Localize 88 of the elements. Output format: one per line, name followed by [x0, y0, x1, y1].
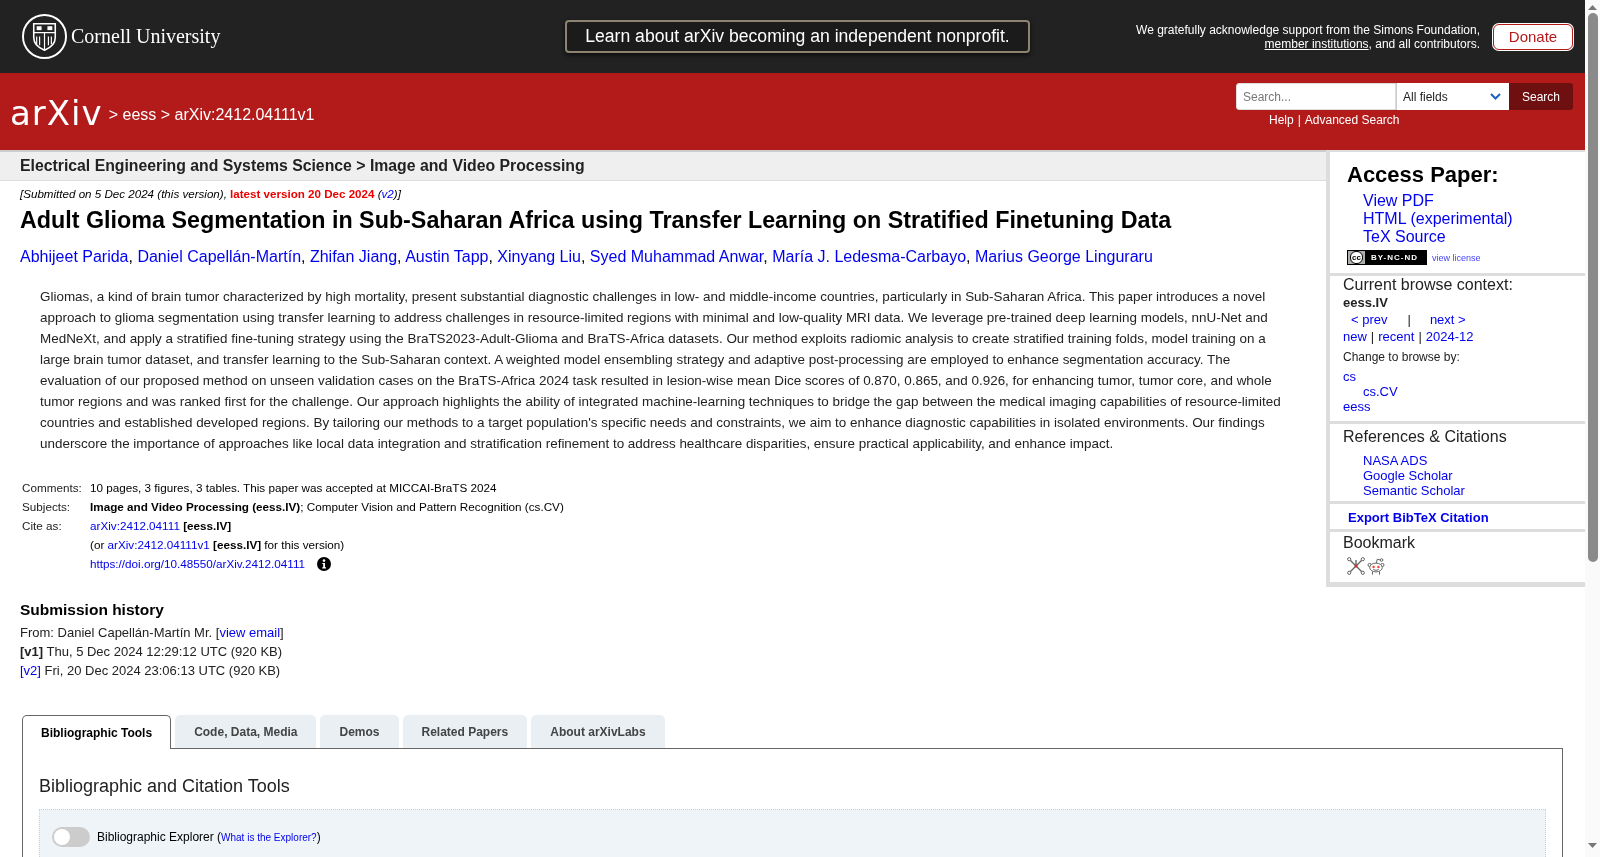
acknowledgment-text: We gratefully acknowledge support from the Simons Foundation, member institutions, and all contributors.	[1135, 22, 1480, 51]
reference-link[interactable]: Semantic Scholar	[1363, 483, 1465, 498]
history-link[interactable]: [v2]	[20, 663, 41, 678]
version-link[interactable]: v2	[381, 187, 394, 200]
help-link[interactable]: Advanced Search	[1304, 113, 1400, 127]
history-line: [v1] Thu, 5 Dec 2024 12:29:12 UTC (920 KB)	[20, 643, 284, 661]
metadata-label: Comments:	[22, 480, 83, 496]
citation-link[interactable]: https://doi.org/10.48550/arXiv.2412.04111	[90, 554, 306, 573]
author-link[interactable]: Syed Muhammad Anwar	[589, 248, 764, 265]
next-link[interactable]: next >	[1429, 311, 1466, 328]
donate-button[interactable]: Donate	[1493, 23, 1573, 50]
search-field[interactable]: Search...	[1236, 83, 1396, 110]
breadcrumb: > eess > arXiv:2412.04111v1	[108, 104, 315, 124]
site-logo[interactable]: arXiv	[10, 92, 103, 133]
separator-text: |	[1370, 328, 1375, 345]
category-link[interactable]: cs	[1343, 369, 1356, 384]
arrow-up-icon[interactable]	[1588, 5, 1597, 10]
citation-link[interactable]: arXiv:2412.04111v1	[107, 538, 210, 551]
category-link[interactable]: eess	[1343, 399, 1371, 414]
tab[interactable]: About arXivLabs	[531, 715, 665, 748]
university-name[interactable]: Cornell University	[71, 25, 221, 48]
author-link[interactable]: Abhijeet Parida	[20, 248, 129, 265]
paper-link[interactable]: HTML (experimental)	[1363, 210, 1513, 228]
paper-link[interactable]: View PDF	[1363, 192, 1434, 210]
version-link[interactable]: latest version 20 Dec 2024	[230, 187, 375, 200]
crossed-nodes-icon[interactable]	[1347, 557, 1365, 575]
author-link[interactable]: Marius George Linguraru	[974, 248, 1153, 265]
section-heading: Current browse context:	[1343, 276, 1514, 294]
period-link[interactable]: recent	[1378, 328, 1415, 345]
help-link[interactable]: Help	[1269, 113, 1294, 127]
section-heading: Bookmark	[1343, 534, 1417, 552]
category-link[interactable]: cs.CV	[1363, 384, 1398, 399]
history-heading: Submission history	[20, 601, 165, 619]
section-heading: References & Citations	[1343, 428, 1508, 446]
tab[interactable]: Related Papers	[402, 715, 528, 748]
author-link[interactable]: Austin Tapp	[405, 248, 489, 265]
toggle-switch[interactable]	[52, 827, 90, 847]
info-icon[interactable]	[317, 556, 332, 571]
explorer-label: Bibliographic Explorer (What is the Explorer?)	[97, 830, 321, 844]
export-link[interactable]: Export BibTeX Citation	[1348, 510, 1489, 525]
author-link[interactable]: Daniel Capellán-Martín	[137, 248, 302, 265]
help-link[interactable]: What is the Explorer?	[221, 832, 317, 843]
scrollbar[interactable]	[1585, 0, 1600, 857]
metadata-value: Image and Video Processing (eess.IV); Computer Vision and Pattern Recognition (cs.CV)	[90, 499, 564, 515]
browse-category: eess.IV	[1343, 294, 1389, 311]
dateline: [Submitted on 5 Dec 2024 (this version), latest version 20 Dec 2024 (v2)]	[20, 187, 402, 201]
announcement-button[interactable]: Learn about arXiv becoming an independent nonprofit.	[565, 20, 1030, 53]
separator-text: |	[1418, 328, 1422, 345]
metadata-label: Cite as:	[22, 518, 63, 534]
period-link[interactable]: new	[1343, 328, 1367, 345]
seal-icon[interactable]	[22, 14, 67, 59]
subject-heading: Electrical Engineering and Systems Science > Image and Video Processing	[0, 150, 1326, 181]
license-badge[interactable]: cc BY-NC-ND	[1347, 250, 1427, 265]
metadata-label: Subjects:	[22, 499, 72, 515]
author-link[interactable]: Xinyang Liu	[497, 248, 581, 265]
search-button[interactable]: Search	[1509, 83, 1573, 110]
separator-text: |	[1407, 311, 1411, 328]
browse-label: Change to browse by:	[1343, 350, 1461, 364]
license-link[interactable]: view license	[1432, 252, 1481, 263]
alien-head-icon[interactable]	[1367, 557, 1385, 575]
institutions-link[interactable]: member institutions	[1264, 36, 1369, 51]
panel-heading: Bibliographic and Citation Tools	[39, 775, 291, 797]
separator-text: |	[1297, 113, 1301, 127]
metadata-value: (or arXiv:2412.04111v1 [eess.IV] for this version)	[90, 537, 345, 553]
metadata-value: arXiv:2412.04111 [eess.IV]	[90, 518, 232, 534]
abstract-text: Gliomas, a kind of brain tumor characterized by high mortality, present substantial diagnostic challenges in low- and middle-income countries, particularly in Sub-Saharan Africa. This paper introduces a novel approach to glioma segmentation using transfer learning to address challenges in resource-limited regions with minimal and low-quality MRI data. We leverage pre-trained deep learning models, nnU-Net and MedNeXt, and apply a stratified fine-tuning strategy using the BraTS2023-Adult-Glioma and BraTS-Africa datasets. Our method exploits radiomic analysis to create stratified training folds, model training on a large brain tumor dataset, and transfer learning to the Sub-Saharan context. A weighted model ensembling strategy and adaptive post-processing are employed to enhance segmentation accuracy. The evaluation of our proposed method on unseen validation cases on the BraTS-Africa 2024 task resulted in lesion-wise mean Dice scores of 0.870, 0.865, and 0.926, for enhancing tumor, tumor core, and whole tumor regions and was ranked first for the challenge. Our approach highlights the ability of integrated machine-learning techniques to bridge the gap between the medical imaging capabilities of resource-limited countries and established developed regions. By tailoring our methods to a target population's specific needs and constraints, we aim to enhance diagnostic capabilities in isolated environments. Our findings underscore the importance of approaches like local data integration and stratification refinement to address healthcare disparities, ensure practical applicability, and enhance impact.	[40, 288, 1282, 453]
paper-link[interactable]: TeX Source	[1363, 228, 1446, 246]
author-list: Abhijeet Parida, Daniel Capellán-Martín, Zhifan Jiang, Austin Tapp, Xinyang Liu, Syed Muhammad Anwar, María J. Ledesma-Carbayo, Marius George Linguraru	[20, 247, 1306, 267]
tab[interactable]: Bibliographic Tools	[22, 715, 172, 749]
reference-link[interactable]: NASA ADS	[1363, 453, 1428, 468]
prev-link[interactable]: < prev	[1351, 311, 1388, 328]
tab[interactable]: Demos	[320, 715, 399, 748]
tab[interactable]: Code, Data, Media	[175, 715, 317, 748]
author-link[interactable]: Zhifan Jiang	[309, 248, 398, 265]
breadcrumb-link[interactable]: eess	[122, 105, 157, 123]
field-select[interactable]: All fields	[1396, 83, 1509, 110]
citation-link[interactable]: arXiv:2412.04111	[90, 519, 180, 532]
arrow-down-icon[interactable]	[1588, 843, 1597, 848]
license-type: BY-NC-ND	[1369, 252, 1418, 264]
period-link[interactable]: 2024-12	[1425, 328, 1474, 345]
metadata-value: 10 pages, 3 figures, 3 tables. This paper was accepted at MICCAI-BraTS 2024	[90, 480, 497, 496]
history-line: [v2] Fri, 20 Dec 2024 23:06:13 UTC (920 KB)	[20, 662, 282, 680]
history-line: From: Daniel Capellán-Martín Mr. [view email]	[20, 624, 285, 642]
chevron-down-icon	[1490, 93, 1501, 100]
paper-title: Adult Glioma Segmentation in Sub-Saharan Africa using Transfer Learning on Stratified Finetuning Data	[20, 206, 1173, 234]
cc-logo: cc	[1348, 251, 1365, 264]
section-heading: Access Paper:	[1347, 163, 1500, 187]
reference-link[interactable]: Google Scholar	[1363, 468, 1453, 483]
